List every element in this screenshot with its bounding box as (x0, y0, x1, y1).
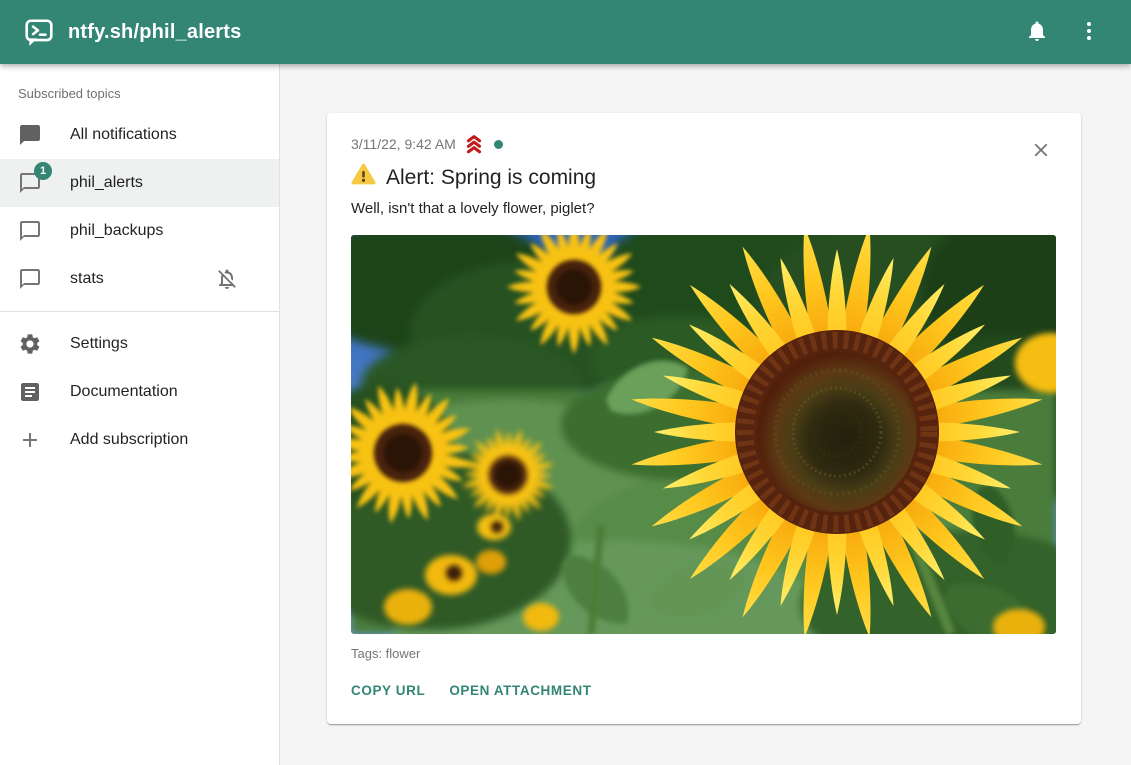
chat-bubble-outline-icon (18, 267, 42, 291)
priority-urgent-icon (463, 133, 485, 155)
overflow-menu-button[interactable] (1069, 12, 1109, 52)
kebab-menu-icon (1077, 19, 1101, 46)
app-bar: ntfy.sh/phil_alerts (0, 0, 1131, 64)
gear-icon (18, 332, 42, 356)
sidebar-item-label: phil_backups (70, 222, 163, 240)
sidebar-item-label: stats (70, 270, 104, 288)
chat-bubble-filled-icon (18, 123, 42, 147)
attachment-image[interactable] (351, 235, 1056, 634)
notification-body: Well, isn't that a lovely flower, piglet… (351, 200, 1057, 217)
sidebar-item-settings[interactable]: Settings (0, 320, 279, 368)
bell-icon (1025, 19, 1049, 46)
main-content: 3/11/22, 9:42 AM Alert: Spring is coming (280, 64, 1131, 765)
notifications-bell-button[interactable] (1017, 12, 1057, 52)
warning-triangle-emoji (351, 162, 376, 193)
bell-off-icon (215, 267, 239, 291)
sidebar-item-all-notifications[interactable]: All notifications (0, 111, 279, 159)
notification-card: 3/11/22, 9:42 AM Alert: Spring is coming (327, 113, 1081, 724)
sidebar-item-label: All notifications (70, 126, 177, 144)
notification-meta: 3/11/22, 9:42 AM (351, 133, 1057, 155)
chat-bubble-outline-icon (18, 219, 42, 243)
unread-count-badge: 1 (34, 162, 52, 180)
sidebar-item-phil-alerts[interactable]: 1 phil_alerts (0, 159, 279, 207)
notification-title: Alert: Spring is coming (351, 162, 1057, 193)
unread-dot (494, 140, 503, 149)
sidebar-item-stats[interactable]: stats (0, 255, 279, 303)
sidebar-item-label: Documentation (70, 383, 178, 401)
open-attachment-button[interactable]: OPEN ATTACHMENT (449, 677, 591, 704)
app-bar-title: ntfy.sh/phil_alerts (68, 21, 241, 44)
notification-title-text: Alert: Spring is coming (386, 166, 596, 190)
sidebar-item-documentation[interactable]: Documentation (0, 368, 279, 416)
article-icon (18, 380, 42, 404)
sidebar-item-label: phil_alerts (70, 174, 143, 192)
sidebar-item-phil-backups[interactable]: phil_backups (0, 207, 279, 255)
sidebar-divider (0, 311, 279, 312)
ntfy-logo-icon (24, 17, 54, 47)
close-x-icon (1030, 139, 1052, 164)
subscribed-topics-label: Subscribed topics (0, 64, 279, 111)
chat-bubble-outline-icon: 1 (18, 171, 42, 195)
notification-tags: Tags: flower (351, 646, 1057, 661)
notification-timestamp: 3/11/22, 9:42 AM (351, 136, 456, 152)
sidebar-item-label: Settings (70, 335, 128, 353)
sidebar-item-add-subscription[interactable]: Add subscription (0, 416, 279, 464)
sidebar-item-label: Add subscription (70, 431, 188, 449)
plus-icon (18, 428, 42, 452)
close-notification-button[interactable] (1027, 137, 1055, 165)
notification-actions: COPY URL OPEN ATTACHMENT (351, 677, 1057, 710)
copy-url-button[interactable]: COPY URL (351, 677, 425, 704)
sidebar: Subscribed topics All notifications 1 ph… (0, 64, 280, 765)
